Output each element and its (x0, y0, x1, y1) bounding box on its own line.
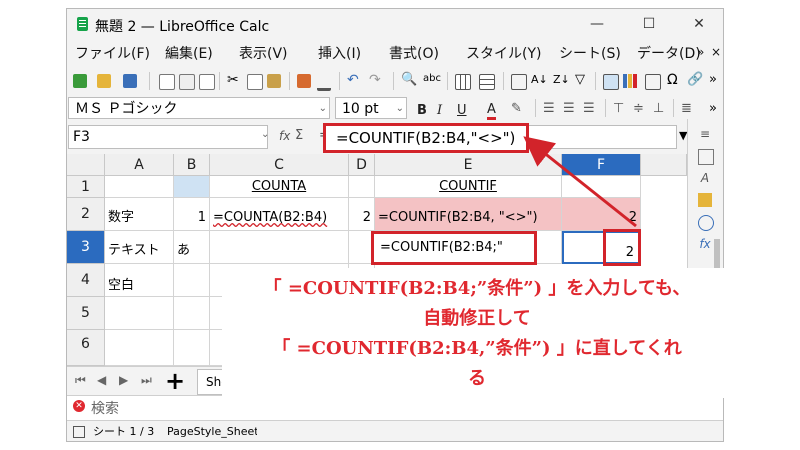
note-line-2: 自動修正して (423, 308, 531, 329)
note-line-3: 「 =COUNTIF(B2:B4,”条件”) 」に直してくれ (272, 338, 682, 359)
explanation-note: 「 =COUNTIF(B2:B4;”条件”) 」を入力しても、 自動修正して 「… (222, 268, 732, 398)
arrow-to-formula (523, 136, 637, 228)
note-line-1: 「 =COUNTIF(B2:B4;”条件”) 」を入力しても、 (263, 278, 691, 299)
note-line-4: る (468, 368, 486, 389)
